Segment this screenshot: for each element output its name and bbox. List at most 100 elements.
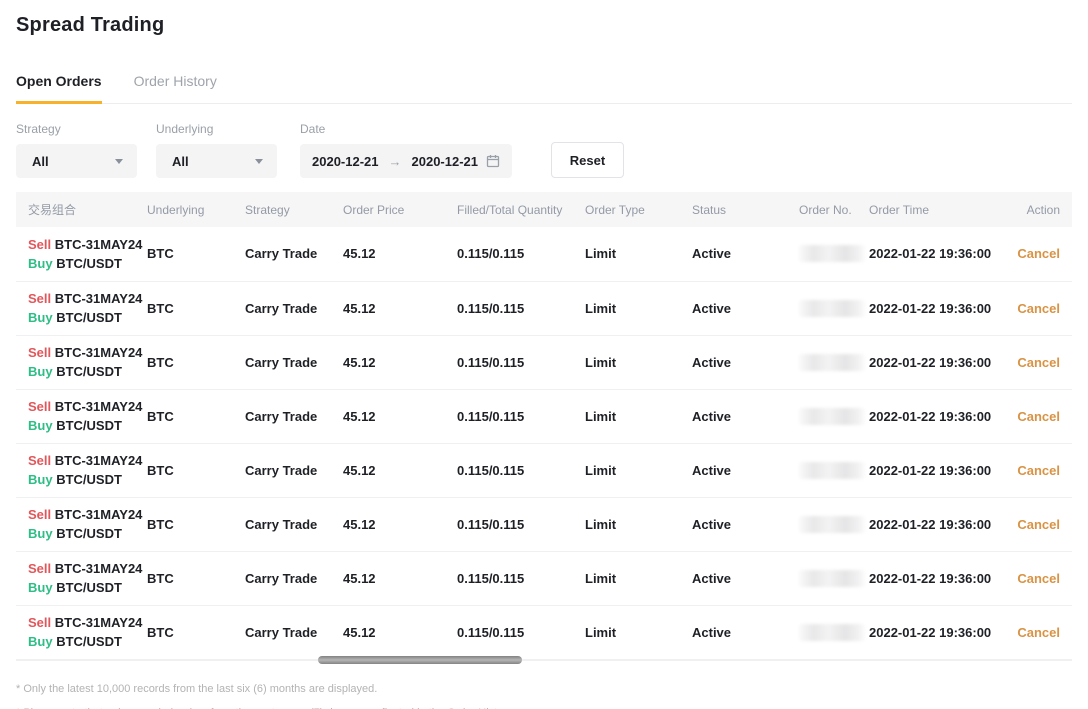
filled-total-cell: 0.115/0.115 xyxy=(445,551,573,605)
cancel-order-button[interactable]: Cancel xyxy=(1017,246,1060,261)
order-no-cell xyxy=(787,605,857,659)
underlying-cell: BTC xyxy=(135,281,233,335)
buy-leg: Buy BTC/USDT xyxy=(28,578,135,597)
buy-side-label: Buy xyxy=(28,472,53,487)
underlying-select[interactable]: All xyxy=(156,144,277,178)
strategy-cell: Carry Trade xyxy=(233,605,331,659)
pair-cell: Sell BTC-31MAY24 Buy BTC/USDT xyxy=(16,281,135,335)
date-range-picker[interactable]: 2020-12-21 → 2020-12-21 xyxy=(300,144,512,178)
order-price-cell: 45.12 xyxy=(331,605,445,659)
order-time-cell: 2022-01-22 19:36:00 xyxy=(857,335,990,389)
order-price-cell: 45.12 xyxy=(331,227,445,281)
status-cell: Active xyxy=(680,281,787,335)
order-no-cell xyxy=(787,335,857,389)
pair-cell: Sell BTC-31MAY24 Buy BTC/USDT xyxy=(16,497,135,551)
strategy-cell: Carry Trade xyxy=(233,389,331,443)
buy-pair-symbol: BTC/USDT xyxy=(56,256,122,271)
filled-total-cell: 0.115/0.115 xyxy=(445,227,573,281)
underlying-label: Underlying xyxy=(156,122,277,136)
underlying-cell: BTC xyxy=(135,335,233,389)
filled-total-cell: 0.115/0.115 xyxy=(445,497,573,551)
order-no-cell xyxy=(787,443,857,497)
chevron-down-icon xyxy=(115,159,123,164)
table-row: Sell BTC-31MAY24 Buy BTC/USDT BTC Carry … xyxy=(16,443,1072,497)
cancel-order-button[interactable]: Cancel xyxy=(1017,301,1060,316)
strategy-filter: Strategy All xyxy=(16,122,137,178)
cancel-order-button[interactable]: Cancel xyxy=(1017,571,1060,586)
sell-leg: Sell BTC-31MAY24 xyxy=(28,235,135,254)
status-cell: Active xyxy=(680,389,787,443)
strategy-cell: Carry Trade xyxy=(233,335,331,389)
sell-side-label: Sell xyxy=(28,399,51,414)
order-no-redacted xyxy=(799,624,865,641)
reset-button[interactable]: Reset xyxy=(551,142,624,178)
table-row: Sell BTC-31MAY24 Buy BTC/USDT BTC Carry … xyxy=(16,281,1072,335)
page-title: Spread Trading xyxy=(16,14,1072,37)
action-cell: Cancel xyxy=(990,389,1072,443)
order-no-cell xyxy=(787,227,857,281)
status-cell: Active xyxy=(680,551,787,605)
order-price-cell: 45.12 xyxy=(331,389,445,443)
buy-pair-symbol: BTC/USDT xyxy=(56,472,122,487)
horizontal-scrollbar-track xyxy=(16,660,1072,670)
underlying-cell: BTC xyxy=(135,389,233,443)
order-no-cell xyxy=(787,281,857,335)
sell-leg: Sell BTC-31MAY24 xyxy=(28,289,135,308)
buy-leg: Buy BTC/USDT xyxy=(28,470,135,489)
order-time-cell: 2022-01-22 19:36:00 xyxy=(857,551,990,605)
order-time-cell: 2022-01-22 19:36:00 xyxy=(857,497,990,551)
buy-side-label: Buy xyxy=(28,310,53,325)
cancel-order-button[interactable]: Cancel xyxy=(1017,355,1060,370)
order-no-redacted xyxy=(799,408,865,425)
table-row: Sell BTC-31MAY24 Buy BTC/USDT BTC Carry … xyxy=(16,227,1072,281)
calendar-icon xyxy=(486,154,500,168)
order-type-cell: Limit xyxy=(573,605,680,659)
tab-open-orders[interactable]: Open Orders xyxy=(16,67,102,104)
buy-leg: Buy BTC/USDT xyxy=(28,362,135,381)
cancel-order-button[interactable]: Cancel xyxy=(1017,625,1060,640)
buy-side-label: Buy xyxy=(28,256,53,271)
col-underlying: Underlying xyxy=(135,192,233,227)
order-type-cell: Limit xyxy=(573,497,680,551)
buy-side-label: Buy xyxy=(28,634,53,649)
col-strategy: Strategy xyxy=(233,192,331,227)
sell-pair-symbol: BTC-31MAY24 xyxy=(55,345,143,360)
strategy-label: Strategy xyxy=(16,122,137,136)
order-time-cell: 2022-01-22 19:36:00 xyxy=(857,227,990,281)
status-cell: Active xyxy=(680,605,787,659)
sell-pair-symbol: BTC-31MAY24 xyxy=(55,237,143,252)
footnotes: * Only the latest 10,000 records from th… xyxy=(16,683,1072,709)
date-label: Date xyxy=(300,122,512,136)
sell-side-label: Sell xyxy=(28,507,51,522)
sell-leg: Sell BTC-31MAY24 xyxy=(28,559,135,578)
action-cell: Cancel xyxy=(990,227,1072,281)
order-time-cell: 2022-01-22 19:36:00 xyxy=(857,281,990,335)
cancel-order-button[interactable]: Cancel xyxy=(1017,517,1060,532)
cancel-order-button[interactable]: Cancel xyxy=(1017,409,1060,424)
filled-total-cell: 0.115/0.115 xyxy=(445,605,573,659)
pair-cell: Sell BTC-31MAY24 Buy BTC/USDT xyxy=(16,389,135,443)
order-type-cell: Limit xyxy=(573,227,680,281)
sell-pair-symbol: BTC-31MAY24 xyxy=(55,291,143,306)
action-cell: Cancel xyxy=(990,551,1072,605)
tab-order-history[interactable]: Order History xyxy=(134,67,217,104)
horizontal-scrollbar-thumb[interactable] xyxy=(318,656,522,664)
col-order-type: Order Type xyxy=(573,192,680,227)
order-price-cell: 45.12 xyxy=(331,443,445,497)
sell-pair-symbol: BTC-31MAY24 xyxy=(55,399,143,414)
sell-side-label: Sell xyxy=(28,237,51,252)
cancel-order-button[interactable]: Cancel xyxy=(1017,463,1060,478)
col-filled-total: Filled/Total Quantity xyxy=(445,192,573,227)
action-cell: Cancel xyxy=(990,443,1072,497)
order-no-redacted xyxy=(799,516,865,533)
buy-leg: Buy BTC/USDT xyxy=(28,416,135,435)
order-no-cell xyxy=(787,497,857,551)
order-no-redacted xyxy=(799,570,865,587)
sell-pair-symbol: BTC-31MAY24 xyxy=(55,615,143,630)
strategy-select[interactable]: All xyxy=(16,144,137,178)
pair-cell: Sell BTC-31MAY24 Buy BTC/USDT xyxy=(16,443,135,497)
buy-pair-symbol: BTC/USDT xyxy=(56,580,122,595)
filled-total-cell: 0.115/0.115 xyxy=(445,443,573,497)
sell-leg: Sell BTC-31MAY24 xyxy=(28,613,135,632)
action-cell: Cancel xyxy=(990,497,1072,551)
